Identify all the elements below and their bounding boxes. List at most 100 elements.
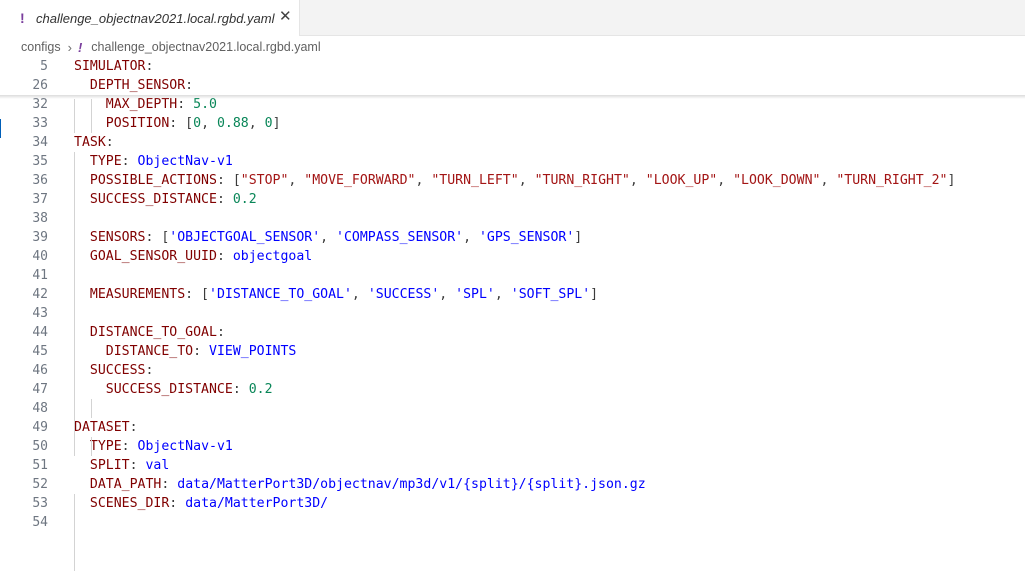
code-token: val xyxy=(145,458,170,473)
code-token: 'OBJECTGOAL_SENSOR' xyxy=(169,230,321,245)
code-token: , xyxy=(629,173,646,188)
code-token: 'DISTANCE_TO_GOAL' xyxy=(209,287,352,302)
code-line[interactable]: 50 TYPE: ObjectNav-v1 xyxy=(0,437,1025,456)
line-number: 52 xyxy=(32,477,48,492)
code-line[interactable]: 44 DISTANCE_TO_GOAL: xyxy=(0,323,1025,342)
code-token: 'GPS_SENSOR' xyxy=(478,230,575,245)
line-number: 43 xyxy=(32,306,48,321)
code-token: DATA_PATH xyxy=(89,477,162,492)
line-number: 33 xyxy=(32,116,48,131)
code-token: DISTANCE_TO xyxy=(105,344,194,359)
code-token: "TURN_RIGHT_2" xyxy=(836,173,948,188)
code-text: SUCCESS_DISTANCE: 0.2 xyxy=(74,380,273,399)
code-token: MEASUREMENTS xyxy=(89,287,186,302)
line-number: 44 xyxy=(32,325,48,340)
code-token: "MOVE_FORWARD" xyxy=(304,173,416,188)
code-token: "STOP" xyxy=(240,173,289,188)
code-line[interactable]: 41 xyxy=(0,266,1025,285)
code-token: data/MatterPort3D/objectnav/mp3d/v1/{spl… xyxy=(177,477,646,492)
code-token: : xyxy=(161,477,178,492)
code-token: SENSORS xyxy=(89,230,146,245)
code-token: : xyxy=(232,382,249,397)
code-line[interactable]: 36 POSSIBLE_ACTIONS: ["STOP", "MOVE_FORW… xyxy=(0,171,1025,190)
code-line[interactable]: 46 SUCCESS: xyxy=(0,361,1025,380)
code-text: DISTANCE_TO: VIEW_POINTS xyxy=(74,342,297,361)
line-number: 34 xyxy=(32,135,48,150)
code-line[interactable]: 51 SPLIT: val xyxy=(0,456,1025,475)
code-token: "TURN_LEFT" xyxy=(431,173,519,188)
code-line[interactable]: 26 DEPTH_SENSOR: xyxy=(0,76,1025,95)
code-token: : [ xyxy=(216,173,241,188)
code-token: ] xyxy=(947,173,956,188)
code-token: : xyxy=(216,192,233,207)
code-token: 0 xyxy=(264,116,273,131)
breadcrumb-file[interactable]: challenge_objectnav2021.local.rgbd.yaml xyxy=(91,40,320,54)
code-line[interactable]: 33 POSITION: [0, 0.88, 0] xyxy=(0,114,1025,133)
code-text: TASK: xyxy=(74,133,114,152)
code-line[interactable]: 42 MEASUREMENTS: ['DISTANCE_TO_GOAL', 'S… xyxy=(0,285,1025,304)
code-line[interactable]: 53 SCENES_DIR: data/MatterPort3D/ xyxy=(0,494,1025,513)
code-token: 0.2 xyxy=(232,192,257,207)
code-line[interactable]: 5 SIMULATOR: xyxy=(0,57,1025,76)
code-line[interactable]: 54 xyxy=(0,513,1025,532)
yaml-exclamation-icon: ! xyxy=(77,39,83,55)
sticky-scroll-shadow xyxy=(0,95,1025,99)
line-number: 41 xyxy=(32,268,48,283)
code-token: 'COMPASS_SENSOR' xyxy=(336,230,464,245)
chevron-right-icon: › xyxy=(67,39,72,55)
breadcrumb-folder[interactable]: configs xyxy=(21,40,61,54)
code-line[interactable]: 52 DATA_PATH: data/MatterPort3D/objectna… xyxy=(0,475,1025,494)
code-token: 'SPL' xyxy=(455,287,495,302)
line-number: 42 xyxy=(32,287,48,302)
code-line[interactable]: 39 SENSORS: ['OBJECTGOAL_SENSOR', 'COMPA… xyxy=(0,228,1025,247)
code-text: SUCCESS: xyxy=(74,361,154,380)
code-token: : xyxy=(193,344,209,359)
code-line[interactable]: 45 DISTANCE_TO: VIEW_POINTS xyxy=(0,342,1025,361)
code-token: , xyxy=(820,173,837,188)
code-token: objectgoal xyxy=(232,249,313,264)
code-token: SPLIT xyxy=(89,458,130,473)
code-line[interactable]: 48 xyxy=(0,399,1025,418)
code-editor[interactable]: 5 SIMULATOR: 26 DEPTH_SENSOR: 32 MAX_DEPTH:… xyxy=(0,57,1025,571)
code-text: SPLIT: val xyxy=(74,456,169,475)
code-line[interactable]: 40 GOAL_SENSOR_UUID: objectgoal xyxy=(0,247,1025,266)
code-text: DATA_PATH: data/MatterPort3D/objectnav/m… xyxy=(74,475,646,494)
code-token: SIMULATOR xyxy=(74,59,146,74)
line-number: 48 xyxy=(32,401,48,416)
code-token: : xyxy=(129,420,138,435)
code-token: : xyxy=(105,135,114,150)
code-line[interactable]: 37 SUCCESS_DISTANCE: 0.2 xyxy=(0,190,1025,209)
code-line[interactable]: 49 DATASET: xyxy=(0,418,1025,437)
code-token: "LOOK_UP" xyxy=(645,173,718,188)
code-line[interactable]: 35 TYPE: ObjectNav-v1 xyxy=(0,152,1025,171)
code-line[interactable]: 34 TASK: xyxy=(0,133,1025,152)
close-icon[interactable]: ✕ xyxy=(279,9,292,25)
tab-title: challenge_objectnav2021.local.rgbd.yaml xyxy=(36,10,275,26)
code-line[interactable]: 38 xyxy=(0,209,1025,228)
code-token: DEPTH_SENSOR xyxy=(89,78,186,93)
indent-guide xyxy=(74,99,75,133)
code-token: : xyxy=(145,363,154,378)
code-token: DISTANCE_TO_GOAL xyxy=(89,325,217,340)
code-text: SCENES_DIR: data/MatterPort3D/ xyxy=(74,494,328,513)
code-token: 'SUCCESS' xyxy=(367,287,440,302)
code-token: POSITION xyxy=(105,116,170,131)
code-line[interactable]: 43 xyxy=(0,304,1025,323)
code-line[interactable]: 47 SUCCESS_DISTANCE: 0.2 xyxy=(0,380,1025,399)
editor-tab-active[interactable]: ! challenge_objectnav2021.local.rgbd.yam… xyxy=(0,0,300,36)
gutter-cursor-marker xyxy=(0,119,4,138)
code-token: POSSIBLE_ACTIONS xyxy=(89,173,217,188)
line-number: 5 xyxy=(40,59,48,74)
code-token: ] xyxy=(272,116,281,131)
line-number: 54 xyxy=(32,515,48,530)
code-token: : [ xyxy=(169,116,194,131)
